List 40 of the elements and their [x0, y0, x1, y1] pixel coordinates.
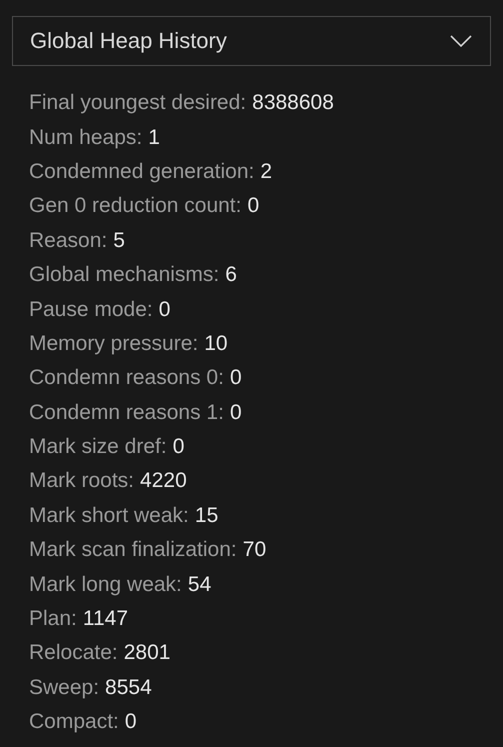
dropdown[interactable]: Global Heap History [12, 16, 491, 66]
field-value: 2801 [124, 641, 170, 666]
field-label: Condemn reasons 0: [29, 366, 224, 390]
field-label: Pause mode: [29, 298, 153, 322]
field-value: 0 [230, 400, 242, 425]
field-value: 6 [225, 263, 237, 288]
field-label: Mark scan finalization: [29, 538, 237, 562]
field-label: Num heaps: [29, 126, 142, 150]
field-value: 8554 [105, 676, 152, 700]
field-label: Gen 0 reduction count: [29, 194, 242, 218]
field-value: 0 [124, 710, 137, 734]
field-value: 8388608 [252, 91, 334, 116]
field-label: Mark size dref: [29, 435, 167, 460]
field-value: 2 [260, 160, 272, 184]
field-value: 0 [230, 366, 242, 390]
field-value: 70 [242, 538, 266, 562]
field-value: 0 [172, 435, 184, 460]
field-value: 54 [188, 572, 212, 597]
field-label: Mark long weak: [29, 572, 182, 597]
field-value: 15 [194, 504, 218, 528]
field-value: 1147 [82, 607, 128, 632]
field-value: 10 [204, 332, 228, 356]
field-label: Mark short weak: [29, 504, 189, 528]
field-value: 0 [247, 194, 260, 218]
field-label: Reason: [29, 228, 108, 253]
field-value: 5 [113, 228, 125, 253]
field-value: 4220 [140, 469, 187, 494]
field-label: Mark roots: [29, 469, 134, 494]
chevron-down-icon [450, 35, 472, 47]
field-label: Condemned generation: [29, 160, 254, 184]
field-label: Condemn reasons 1: [29, 400, 224, 425]
field-value: 0 [158, 298, 170, 322]
field-value: 1 [148, 126, 160, 150]
field-label: Memory pressure: [29, 332, 198, 356]
field-label: Sweep: [29, 676, 100, 700]
field-label: Global mechanisms: [29, 263, 220, 288]
field-label: Relocate: [29, 641, 118, 666]
field-label: Final youngest desired: [29, 91, 246, 116]
field-label: Plan: [29, 607, 77, 632]
field-label: Compact: [29, 710, 119, 734]
